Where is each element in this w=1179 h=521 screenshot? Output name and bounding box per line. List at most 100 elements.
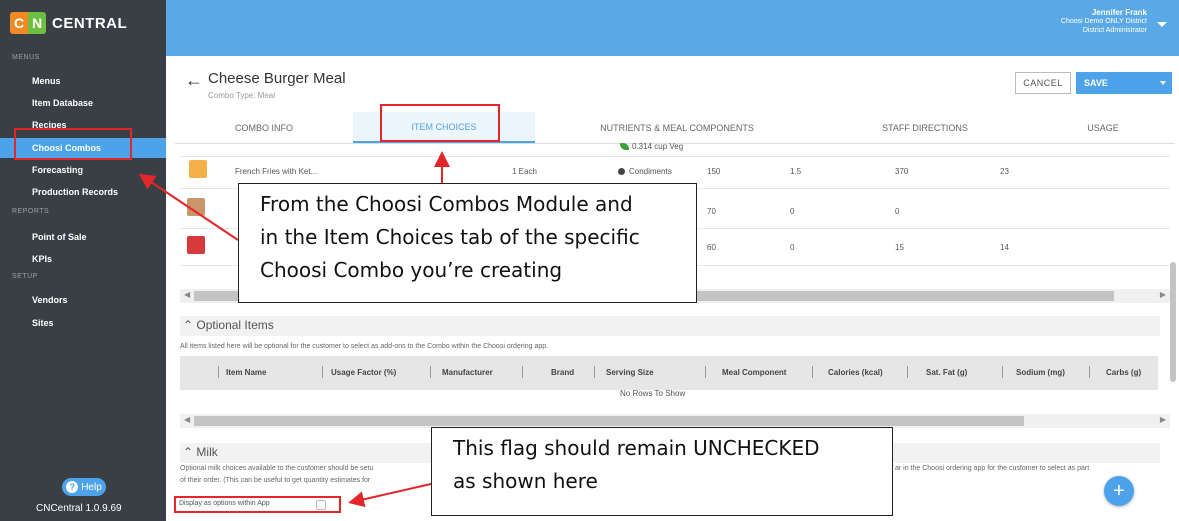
- cancel-button[interactable]: CANCEL: [1015, 72, 1071, 94]
- back-arrow-icon[interactable]: ←: [185, 70, 203, 91]
- page-title: Cheese Burger Meal: [208, 70, 346, 87]
- sidebar-item-item-database[interactable]: Item Database: [0, 93, 166, 113]
- item-component-label: Condiments: [629, 167, 672, 176]
- milk-title: Milk: [196, 445, 218, 459]
- sidebar-item-menus[interactable]: Menus: [0, 71, 166, 91]
- plus-icon: +: [1113, 479, 1125, 502]
- optional-items-band: [180, 316, 1160, 336]
- tab-nutrients-meal-components[interactable]: NUTRIENTS & MEAL COMPONENTS: [535, 112, 819, 143]
- help-label: Help: [81, 481, 102, 493]
- logo-n-mark: N: [28, 12, 46, 34]
- sidebar-item-vendors[interactable]: Vendors: [0, 290, 166, 310]
- user-role: District Administrator: [1082, 27, 1147, 34]
- chevron-down-icon[interactable]: [1160, 81, 1166, 85]
- optional-items-header[interactable]: ⌃ Optional Items: [183, 318, 274, 332]
- item-value: 15: [895, 243, 904, 252]
- logo-text: CENTRAL: [52, 14, 128, 32]
- item-value: 70: [707, 207, 716, 216]
- display-options-checkbox[interactable]: [316, 500, 326, 510]
- scroll-left-icon[interactable]: ◀: [184, 290, 190, 299]
- chevron-up-icon[interactable]: ⌃: [183, 445, 193, 459]
- sidebar-item-production-records[interactable]: Production Records: [0, 182, 166, 202]
- milk-description: of their order. (This can be useful to g…: [180, 477, 371, 484]
- column-header[interactable]: Carbs (g): [1106, 368, 1141, 377]
- add-fab-button[interactable]: +: [1104, 476, 1134, 506]
- column-header[interactable]: Serving Size: [606, 368, 654, 377]
- scroll-left-icon[interactable]: ◀: [184, 415, 190, 424]
- column-separator: [812, 366, 813, 378]
- top-bar: Jennifer Frank Choosi Demo ONLY District…: [166, 0, 1179, 56]
- user-name: Jennifer Frank: [1091, 8, 1147, 17]
- column-header[interactable]: Item Name: [226, 368, 266, 377]
- item-choices-highlight: [380, 104, 500, 142]
- logo-c-mark: C: [10, 12, 28, 34]
- arrow-to-display-checkbox: [348, 483, 432, 508]
- item-usage: 1 Each: [512, 167, 537, 176]
- veg-note: 0.314 cup Veg: [620, 142, 683, 151]
- column-header[interactable]: Brand: [551, 368, 574, 377]
- item-value: 1.5: [790, 167, 802, 176]
- callout-line: This flag should remain UNCHECKED: [453, 436, 820, 460]
- callout-line: From the Choosi Combos Module and: [260, 192, 633, 216]
- condiment-icon: [618, 168, 625, 176]
- column-separator: [322, 366, 323, 378]
- tab-combo-info[interactable]: COMBO INFO: [175, 112, 353, 143]
- save-label: SAVE: [1084, 78, 1108, 88]
- optional-items-table-header: Item Name Usage Factor (%) Manufacturer …: [180, 356, 1158, 390]
- leaf-icon: [620, 143, 629, 151]
- column-header[interactable]: Sat. Fat (g): [926, 368, 967, 377]
- scrollbar-thumb[interactable]: [194, 416, 1024, 426]
- tab-bar: COMBO INFO ITEM CHOICES NUTRIENTS & MEAL…: [175, 112, 1175, 144]
- column-header[interactable]: Calories (kcal): [828, 368, 883, 377]
- section-heading-reports: REPORTS: [12, 208, 50, 215]
- app-version: CNCentral 1.0.9.69: [36, 503, 122, 514]
- column-separator: [594, 366, 595, 378]
- item-value: 23: [1000, 167, 1009, 176]
- chevron-up-icon[interactable]: ⌃: [183, 318, 193, 332]
- vertical-scrollbar[interactable]: [1170, 262, 1176, 382]
- item-component: Condiments: [618, 167, 672, 176]
- item-value: 0: [790, 243, 795, 252]
- tab-usage[interactable]: USAGE: [1031, 112, 1175, 143]
- app-logo[interactable]: C N CENTRAL: [10, 12, 127, 34]
- milk-header[interactable]: ⌃ Milk: [183, 445, 218, 459]
- sidebar-item-point-of-sale[interactable]: Point of Sale: [0, 227, 166, 247]
- item-thumbnail: [187, 198, 205, 216]
- column-separator: [705, 366, 706, 378]
- section-heading-menus: MENUS: [12, 54, 40, 61]
- item-value: 14: [1000, 243, 1009, 252]
- chevron-down-icon[interactable]: [1157, 22, 1167, 27]
- sidebar-item-sites[interactable]: Sites: [0, 313, 166, 333]
- user-district: Choosi Demo ONLY District: [1060, 18, 1147, 25]
- sidebar: C N CENTRAL MENUS Menus Item Database Re…: [0, 0, 166, 521]
- column-header[interactable]: Manufacturer: [442, 368, 493, 377]
- scroll-right-icon[interactable]: ▶: [1160, 290, 1166, 299]
- no-rows-message: No Rows To Show: [620, 389, 686, 398]
- sidebar-item-forecasting[interactable]: Forecasting: [0, 160, 166, 180]
- item-value: 150: [707, 167, 721, 176]
- optional-items-title: Optional Items: [196, 318, 274, 332]
- sidebar-item-kpis[interactable]: KPIs: [0, 249, 166, 269]
- optional-items-description: All items listed here will be optional f…: [180, 343, 549, 350]
- item-value: 370: [895, 167, 909, 176]
- callout-line: in the Item Choices tab of the specific: [260, 225, 640, 249]
- horizontal-scrollbar[interactable]: ◀ ▶: [180, 414, 1170, 428]
- column-separator: [907, 366, 908, 378]
- section-heading-setup: SETUP: [12, 273, 38, 280]
- callout-line: as shown here: [453, 469, 598, 493]
- column-header[interactable]: Meal Component: [722, 368, 786, 377]
- column-header[interactable]: Usage Factor (%): [331, 368, 396, 377]
- column-separator: [1089, 366, 1090, 378]
- save-button[interactable]: SAVE: [1076, 72, 1172, 94]
- question-icon: ?: [66, 481, 79, 493]
- help-button[interactable]: ? Help: [62, 478, 106, 496]
- annotation-callout-flag: This flag should remain UNCHECKED as sho…: [431, 427, 893, 516]
- user-menu[interactable]: Jennifer Frank Choosi Demo ONLY District…: [1061, 8, 1147, 35]
- tab-staff-directions[interactable]: STAFF DIRECTIONS: [819, 112, 1031, 143]
- milk-carton-thumbnail: [187, 236, 205, 254]
- item-value: 0: [895, 207, 900, 216]
- column-header[interactable]: Sodium (mg): [1016, 368, 1065, 377]
- row-divider: [180, 156, 1170, 157]
- column-separator: [430, 366, 431, 378]
- scroll-right-icon[interactable]: ▶: [1160, 415, 1166, 424]
